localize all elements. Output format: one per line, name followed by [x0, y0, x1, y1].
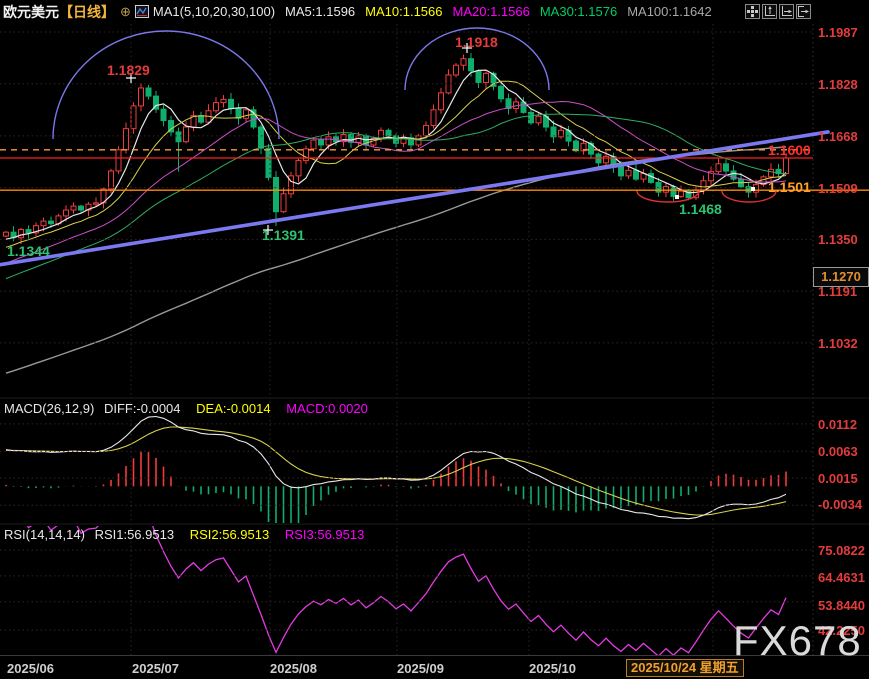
time-axis-label: 2025/07 [132, 661, 179, 676]
resistance-price-tag: 1.1600 [768, 142, 811, 158]
chart-canvas[interactable] [0, 0, 869, 679]
rsi2-value: RSI2:56.9513 [190, 527, 270, 542]
macd-axis-label: -0.0034 [818, 497, 862, 512]
price-axis-label: 1.1509 [818, 181, 858, 196]
macd-dea-value: DEA:-0.0014 [196, 401, 270, 416]
time-axis-label: 2025/10 [529, 661, 576, 676]
annotation-high-2: 1.1918 [455, 34, 498, 50]
fit-y-axis-icon[interactable] [762, 4, 777, 19]
annotation-low-mid: 1.1391 [262, 227, 305, 243]
chart-header: 欧元美元 【日线】 ⊕ MA1(5,10,20,30,100) MA5:1.15… [0, 0, 869, 23]
annotation-low-start: 1.1344 [7, 243, 50, 259]
price-axis-label: 1.1032 [818, 336, 858, 351]
macd-header: MACD(26,12,9) DIFF:-0.0004 DEA:-0.0014 M… [4, 401, 380, 416]
ma20-value: MA20:1.1566 [453, 4, 530, 19]
rsi-header: RSI(14,14,14) RSI1:56.9513 RSI2:56.9513 … [4, 527, 376, 542]
annotation-low-double: 1.1468 [679, 201, 722, 217]
settings-plus-icon[interactable]: ⊕ [120, 4, 131, 20]
macd-axis-label: 0.0112 [818, 417, 857, 432]
rsi3-value: RSI3:56.9513 [285, 527, 365, 542]
support-price-tag: 1.1501 [768, 179, 811, 195]
annotation-high-1: 1.1829 [107, 62, 150, 78]
price-axis-label: 1.1350 [818, 232, 858, 247]
current-date-label: 2025/10/24 星期五 [626, 659, 744, 677]
rsi-title: RSI(14,14,14) [4, 527, 85, 542]
mini-chart-icon[interactable] [135, 5, 149, 18]
ma100-value: MA100:1.1642 [627, 4, 712, 19]
pan-right-icon[interactable] [796, 4, 811, 19]
period-label: 【日线】 [59, 2, 115, 22]
macd-title: MACD(26,12,9) [4, 401, 94, 416]
chart-app: 欧元美元 【日线】 ⊕ MA1(5,10,20,30,100) MA5:1.15… [0, 0, 869, 679]
time-axis-label: 2025/09 [397, 661, 444, 676]
price-axis-label: 1.1987 [818, 25, 858, 40]
macd-value: MACD:0.0020 [286, 401, 368, 416]
axis-highlight-label: 1.1270 [813, 267, 869, 287]
ma-settings-label: MA1(5,10,20,30,100) [153, 4, 275, 19]
ma30-value: MA30:1.1576 [540, 4, 617, 19]
time-axis-label: 2025/06 [7, 661, 54, 676]
macd-axis-label: 0.0015 [818, 471, 858, 486]
macd-axis-label: 0.0063 [818, 444, 858, 459]
rsi-axis-label: 75.0822 [818, 543, 865, 558]
ma10-value: MA10:1.1566 [365, 4, 442, 19]
price-axis-label: 1.1668 [818, 129, 858, 144]
time-axis-label: 2025/08 [270, 661, 317, 676]
price-axis-label: 1.1828 [818, 77, 858, 92]
fit-x-axis-icon[interactable] [779, 4, 794, 19]
rsi1-value: RSI1:56.9513 [95, 527, 175, 542]
rsi-axis-label: 64.4631 [818, 570, 865, 585]
chart-toolbar [745, 4, 811, 19]
rsi-axis-label: 53.8440 [818, 598, 865, 613]
pan-icon[interactable] [745, 4, 760, 19]
ma5-value: MA5:1.1596 [285, 4, 355, 19]
macd-diff-value: DIFF:-0.0004 [104, 401, 181, 416]
symbol-title: 欧元美元 [3, 2, 59, 22]
watermark: FX678 [733, 617, 862, 665]
